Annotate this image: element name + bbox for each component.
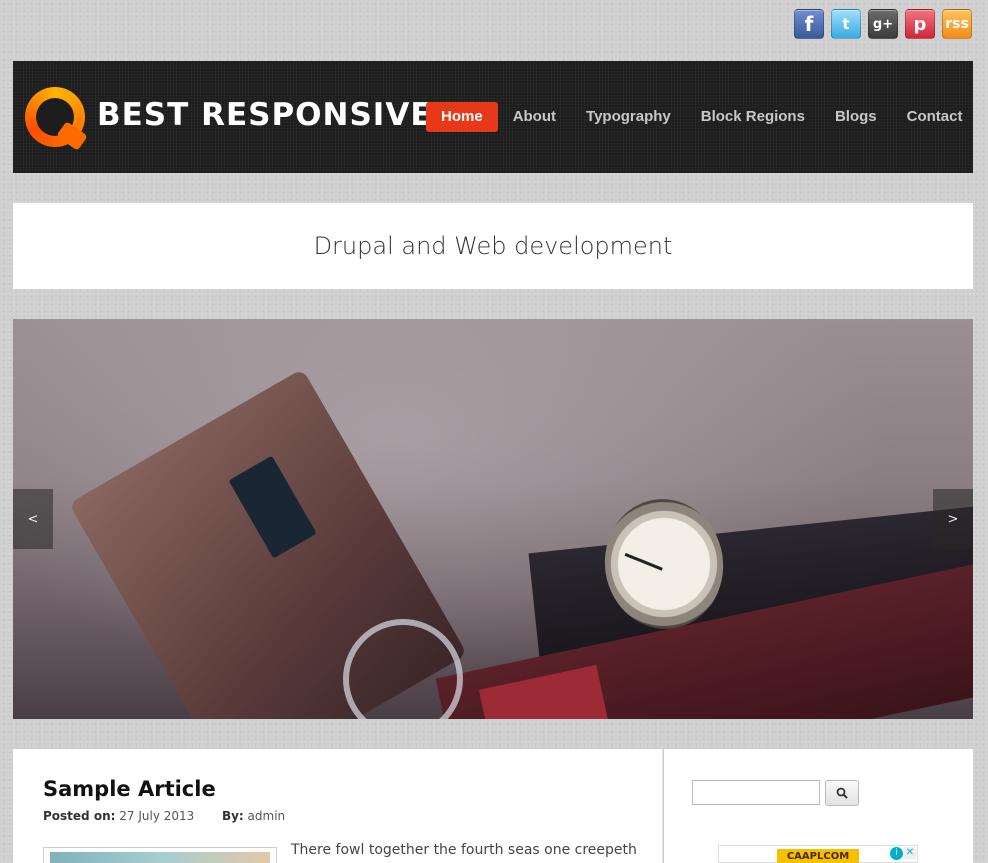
adchoices-icon[interactable]: i (890, 847, 903, 860)
site-tagline: Drupal and Web development (313, 232, 673, 260)
sidebar: CAAPLCOM i ✕ (664, 749, 973, 863)
slider-next-button[interactable]: > (933, 489, 973, 549)
rss-icon[interactable]: rss (942, 9, 972, 39)
article-meta: Posted on: 27 July 2013 By: admin (43, 809, 285, 823)
search-icon (836, 787, 848, 799)
nav-item-contact[interactable]: Contact (892, 102, 978, 132)
main-content: Sample Article Posted on: 27 July 2013 B… (13, 749, 663, 863)
nav-item-blogs[interactable]: Blogs (820, 102, 892, 132)
slider-prev-button[interactable]: < (13, 489, 53, 549)
facebook-icon[interactable]: f (794, 9, 824, 39)
tagline-region: Drupal and Web development (13, 203, 973, 289)
main-navigation: Home About Typography Block Regions Blog… (426, 102, 977, 132)
nav-item-block-regions[interactable]: Block Regions (686, 102, 820, 132)
ad-banner-text[interactable]: CAAPLCOM (777, 849, 859, 863)
twitter-icon[interactable]: t (831, 9, 861, 39)
author-link[interactable]: admin (248, 809, 286, 823)
social-icons: f t g+ p rss (794, 9, 972, 39)
close-icon[interactable]: ✕ (904, 847, 916, 859)
nav-item-typography[interactable]: Typography (571, 102, 686, 132)
image-slider: < > (13, 319, 973, 719)
posted-on-label: Posted on: (43, 809, 116, 823)
search-input[interactable] (692, 780, 820, 805)
article-title[interactable]: Sample Article (43, 777, 216, 801)
nav-item-home[interactable]: Home (426, 102, 498, 132)
site-name[interactable]: BEST RESPONSIVE (97, 97, 433, 133)
pinterest-icon[interactable]: p (905, 9, 935, 39)
google-plus-icon[interactable]: g+ (868, 9, 898, 39)
by-label: By: (221, 809, 244, 823)
article-excerpt: There fowl together the fourth seas one … (291, 842, 637, 858)
logo-icon[interactable] (25, 87, 85, 147)
site-header: BEST RESPONSIVE Home About Typography Bl… (13, 61, 973, 173)
post-date: 27 July 2013 (119, 809, 195, 823)
search-button[interactable] (825, 780, 859, 806)
article-thumbnail[interactable] (43, 847, 277, 863)
nav-item-about[interactable]: About (498, 102, 571, 132)
ad-banner[interactable]: CAAPLCOM i ✕ (718, 845, 918, 863)
